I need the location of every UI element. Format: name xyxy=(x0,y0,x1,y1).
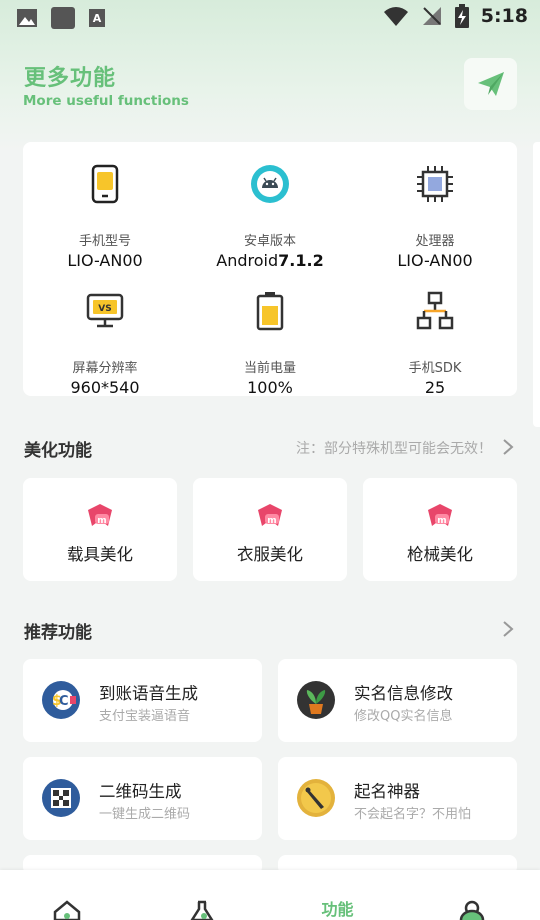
wifi-icon xyxy=(383,7,408,26)
nav-functions[interactable]: 功能 xyxy=(270,870,405,920)
info-label: 手机SDK xyxy=(408,361,462,376)
clothes-beautify-card[interactable]: m 衣服美化 xyxy=(193,478,347,581)
phone-icon xyxy=(91,164,119,204)
nav-profile[interactable] xyxy=(405,870,540,920)
info-label: 处理器 xyxy=(415,234,455,249)
qrcode-icon xyxy=(42,779,80,817)
device-info-card: 手机型号 LIO-AN00 安卓版本 Android7.1.2 处理器 LIO-… xyxy=(23,142,517,397)
info-value: 100% xyxy=(247,378,293,397)
beauty-brush-icon: m xyxy=(88,504,112,526)
info-value: 960*540 xyxy=(70,378,140,397)
share-button[interactable] xyxy=(464,58,517,110)
beautify-label: 载具美化 xyxy=(67,545,133,564)
page-subtitle: More useful functions xyxy=(23,93,189,109)
rec-subtitle: 修改QQ实名信息 xyxy=(354,709,453,724)
voice-generator-card[interactable]: $ C 到账语音生成 支付宝装逼语音 xyxy=(23,659,262,742)
info-value: 25 xyxy=(424,378,446,397)
info-value: LIO-AN00 xyxy=(397,251,473,270)
font-notification-icon: A xyxy=(89,9,105,27)
vehicle-beautify-card[interactable]: m 载具美化 xyxy=(23,478,177,581)
rec-title: 到账语音生成 xyxy=(99,684,198,703)
page-title: 更多功能 xyxy=(24,66,117,91)
realname-edit-card[interactable]: 实名信息修改 修改QQ实名信息 xyxy=(278,659,517,742)
qrcode-generator-card[interactable]: 二维码生成 一键生成二维码 xyxy=(23,757,262,840)
gallery-notification-icon xyxy=(17,9,37,27)
beautify-note: 注：部分特殊机型可能会无效！ xyxy=(296,441,492,457)
user-icon xyxy=(459,900,485,920)
info-label: 安卓版本 xyxy=(243,234,296,249)
bottom-navigation: 功能 xyxy=(0,870,540,920)
battery-icon xyxy=(256,292,284,331)
side-panel-edge xyxy=(533,142,540,427)
nav-functions-label: 功能 xyxy=(321,900,354,919)
rec-subtitle: 支付宝装逼语音 xyxy=(99,709,191,724)
rec-title: 起名神器 xyxy=(354,782,420,801)
monitor-icon: VS xyxy=(86,293,124,328)
android-icon xyxy=(251,165,289,203)
recommend-section-title: 推荐功能 xyxy=(24,623,92,643)
money-voice-icon: $ C xyxy=(42,681,80,719)
info-value: LIO-AN00 xyxy=(67,251,143,270)
info-value: Android7.1.2 xyxy=(188,251,352,270)
beauty-brush-icon: m xyxy=(428,504,452,526)
no-signal-icon xyxy=(422,7,441,25)
status-bar: A 5:18 xyxy=(0,0,540,36)
home-icon xyxy=(53,900,81,920)
rec-subtitle: 一键生成二维码 xyxy=(99,807,191,822)
rec-title: 实名信息修改 xyxy=(354,684,453,703)
pen-badge-icon xyxy=(297,779,335,817)
chevron-right-icon[interactable] xyxy=(502,620,514,638)
svg-text:m: m xyxy=(437,516,446,526)
svg-text:C: C xyxy=(59,694,69,709)
network-tree-icon xyxy=(416,291,454,330)
flask-icon xyxy=(190,900,214,920)
value-strong: 7.1.2 xyxy=(278,251,324,270)
svg-text:m: m xyxy=(267,516,276,526)
value-prefix: Android xyxy=(216,251,279,270)
gun-beautify-card[interactable]: m 枪械美化 xyxy=(363,478,517,581)
beautify-section-title: 美化功能 xyxy=(24,441,92,461)
rec-title: 二维码生成 xyxy=(99,782,182,801)
info-label: 当前电量 xyxy=(243,361,296,376)
info-label: 屏幕分辨率 xyxy=(72,361,138,376)
nav-home[interactable] xyxy=(0,870,135,920)
paper-plane-icon xyxy=(477,72,504,96)
rec-subtitle: 不会起名字？不用怕 xyxy=(354,807,472,822)
beauty-brush-icon: m xyxy=(258,504,282,526)
status-time: 5:18 xyxy=(480,5,528,27)
app-notification-icon xyxy=(51,7,75,29)
chevron-right-icon[interactable] xyxy=(502,438,514,456)
beautify-label: 衣服美化 xyxy=(237,545,303,564)
beautify-label: 枪械美化 xyxy=(407,545,473,564)
battery-charging-icon xyxy=(454,4,469,28)
svg-text:A: A xyxy=(93,12,102,25)
plant-icon xyxy=(297,681,335,719)
cpu-icon xyxy=(417,166,453,202)
name-generator-card[interactable]: 起名神器 不会起名字？不用怕 xyxy=(278,757,517,840)
svg-text:m: m xyxy=(97,516,106,526)
info-label: 手机型号 xyxy=(78,234,131,249)
svg-text:VS: VS xyxy=(98,304,111,314)
nav-lab[interactable] xyxy=(135,870,270,920)
